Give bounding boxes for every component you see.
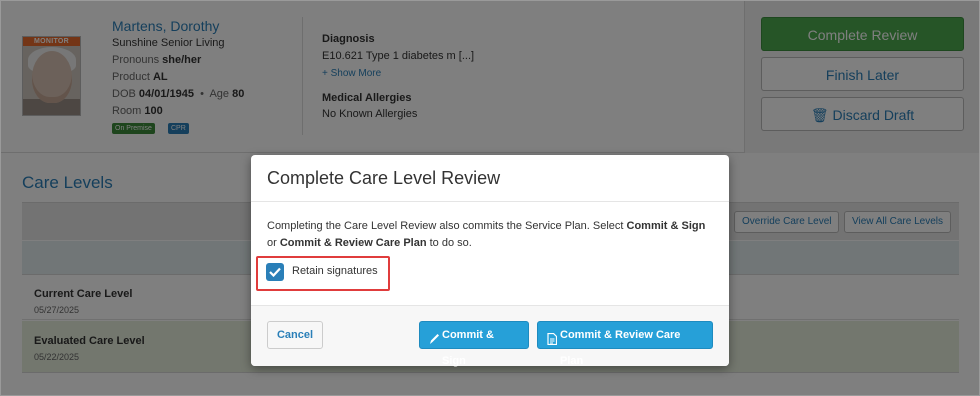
window-border (0, 0, 980, 396)
